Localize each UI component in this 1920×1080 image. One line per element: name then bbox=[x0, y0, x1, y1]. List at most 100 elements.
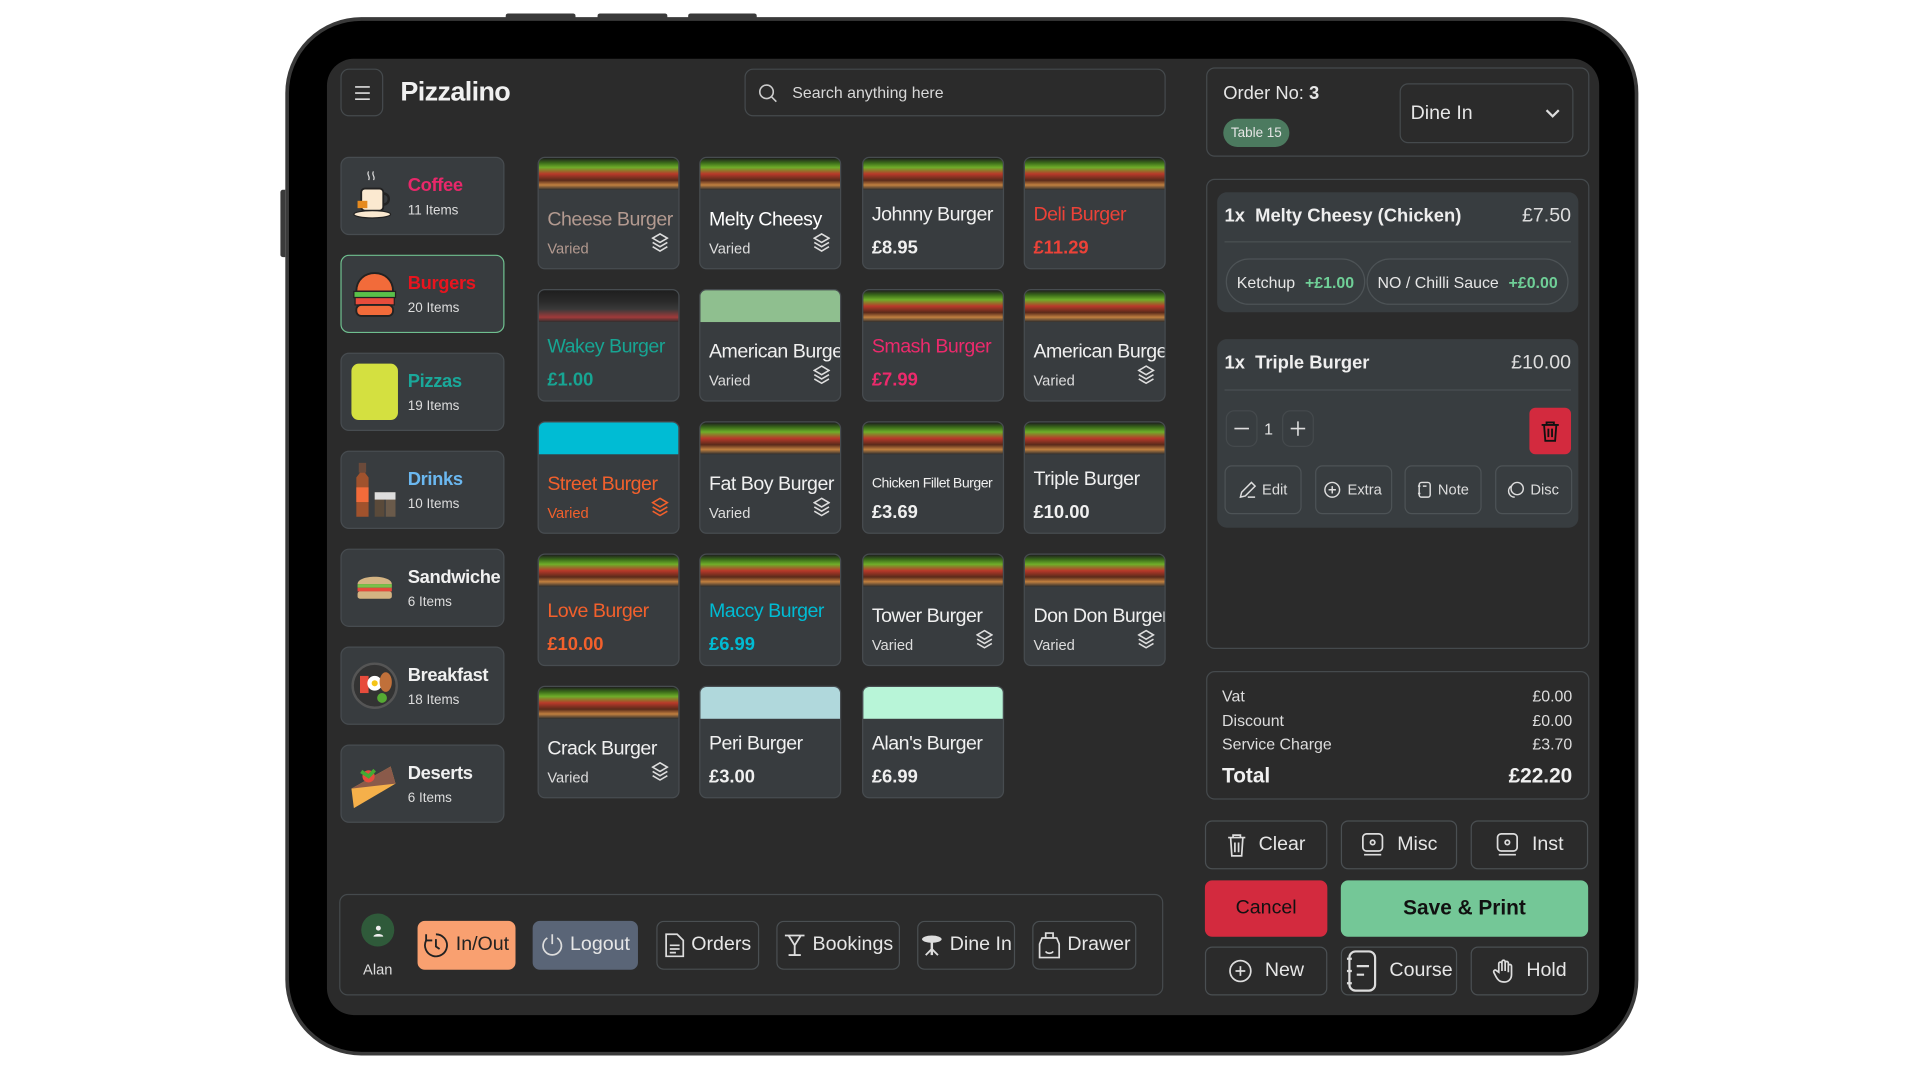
product-image bbox=[700, 554, 841, 587]
hand-icon bbox=[1492, 959, 1512, 983]
category-name: Sandwiche bbox=[407, 566, 501, 588]
increase-qty-button[interactable] bbox=[1282, 410, 1314, 447]
product-card[interactable]: Fat Boy Burger Varied bbox=[699, 421, 842, 534]
decrease-qty-button[interactable] bbox=[1225, 410, 1258, 447]
quantity-value: 1 bbox=[1264, 420, 1273, 439]
total-label: Total bbox=[1222, 763, 1271, 787]
product-card[interactable]: Deli Burger £11.29 bbox=[1023, 156, 1166, 270]
hardware-button bbox=[688, 13, 757, 19]
product-card[interactable]: Johnny Burger £8.95 bbox=[862, 156, 1005, 270]
item-name: Melty Cheesy (Chicken) bbox=[1255, 205, 1462, 227]
product-card[interactable]: Don Don Burger Varied bbox=[1023, 553, 1166, 667]
product-price: £7.99 bbox=[871, 369, 918, 391]
avatar[interactable] bbox=[361, 913, 395, 947]
burger-icon bbox=[349, 266, 400, 322]
menu-button[interactable] bbox=[340, 68, 384, 117]
product-image bbox=[538, 157, 679, 190]
product-card[interactable]: American Burger Varied bbox=[699, 288, 842, 402]
divider bbox=[1224, 389, 1572, 391]
inst-button[interactable]: Inst bbox=[1470, 820, 1589, 870]
product-image bbox=[1024, 290, 1165, 323]
order-type-select[interactable]: Dine In bbox=[1399, 83, 1574, 144]
button-label: In/Out bbox=[455, 934, 510, 956]
service-label: Service Charge bbox=[1222, 734, 1332, 754]
cancel-button[interactable]: Cancel bbox=[1204, 880, 1328, 937]
disc-item-button[interactable]: Disc bbox=[1494, 465, 1572, 515]
product-card[interactable]: Peri Burger £3.00 bbox=[699, 685, 842, 799]
hold-button[interactable]: Hold bbox=[1470, 946, 1589, 996]
discount-label: Discount bbox=[1222, 710, 1284, 730]
drawer-button[interactable]: Drawer bbox=[1032, 920, 1137, 970]
product-card[interactable]: Tower Burger Varied bbox=[862, 553, 1005, 667]
drawer-icon bbox=[1038, 932, 1060, 959]
dine-in-button[interactable]: Dine In bbox=[917, 920, 1016, 970]
order-number: Order No: 3 bbox=[1223, 83, 1319, 104]
layers-icon bbox=[1137, 629, 1156, 655]
order-item[interactable]: 1x Triple Burger £10.00 1 Edit Extra Note D… bbox=[1217, 339, 1579, 528]
logout-button[interactable]: Logout bbox=[532, 920, 638, 970]
category-sandwiche[interactable]: Sandwiche 6 Items bbox=[340, 548, 505, 627]
product-card[interactable]: Wakey Burger £1.00 bbox=[537, 288, 680, 402]
category-deserts[interactable]: Deserts 6 Items bbox=[340, 744, 505, 823]
button-label: Logout bbox=[570, 934, 630, 956]
layers-icon bbox=[1137, 365, 1156, 391]
product-card[interactable]: American Burger Varied bbox=[1023, 288, 1166, 402]
product-card[interactable]: Chicken Fillet Burger £3.69 bbox=[862, 421, 1005, 534]
category-burgers[interactable]: Burgers 20 Items bbox=[340, 254, 505, 334]
minus-icon bbox=[1234, 427, 1249, 430]
product-image bbox=[700, 157, 841, 190]
total-value: £22.20 bbox=[1508, 763, 1573, 787]
edit-item-button[interactable]: Edit bbox=[1224, 465, 1302, 515]
modifier-chip[interactable]: Ketchup +£1.00 bbox=[1225, 258, 1366, 305]
category-pizzas[interactable]: Pizzas 19 Items bbox=[340, 352, 505, 432]
bookings-button[interactable]: Bookings bbox=[776, 920, 901, 970]
category-drinks[interactable]: Drinks 10 Items bbox=[340, 450, 505, 529]
layers-icon bbox=[812, 232, 831, 259]
product-price: £10.00 bbox=[1033, 502, 1090, 523]
product-card[interactable]: Triple Burger £10.00 bbox=[1023, 421, 1166, 534]
inst-icon bbox=[1496, 833, 1519, 856]
product-card[interactable]: Smash Burger £7.99 bbox=[862, 288, 1005, 402]
product-color-swatch bbox=[700, 686, 841, 719]
order-type-value: Dine In bbox=[1410, 102, 1473, 124]
product-card[interactable]: Melty Cheesy Varied bbox=[699, 156, 842, 270]
delete-item-button[interactable] bbox=[1529, 407, 1572, 455]
category-breakfast[interactable]: Breakfast 18 Items bbox=[340, 646, 505, 725]
category-count: 18 Items bbox=[407, 692, 460, 708]
product-price: £3.00 bbox=[708, 766, 755, 788]
save-print-button[interactable]: Save & Print bbox=[1340, 880, 1589, 937]
in-out-button[interactable]: In/Out bbox=[417, 920, 516, 970]
course-button[interactable]: Course bbox=[1340, 946, 1458, 996]
misc-button[interactable]: Misc bbox=[1340, 820, 1458, 870]
layers-icon bbox=[975, 629, 994, 655]
orders-button[interactable]: Orders bbox=[656, 920, 760, 970]
product-price: £11.29 bbox=[1033, 237, 1089, 259]
extra-item-button[interactable]: Extra bbox=[1314, 465, 1392, 515]
product-name: Triple Burger bbox=[1033, 468, 1140, 490]
modifier-price: +£0.00 bbox=[1508, 272, 1558, 291]
category-coffee[interactable]: Coffee 11 Items bbox=[340, 156, 505, 236]
note-item-button[interactable]: Note bbox=[1404, 465, 1482, 515]
product-image bbox=[1024, 422, 1165, 455]
modifier-chip[interactable]: NO / Chilli Sauce +£0.00 bbox=[1366, 258, 1569, 305]
product-card[interactable]: Street Burger Varied bbox=[537, 421, 680, 534]
hamburger-icon bbox=[354, 85, 370, 100]
product-subtitle: Varied bbox=[547, 240, 589, 258]
product-image bbox=[863, 422, 1003, 455]
product-card[interactable]: Alan's Burger £6.99 bbox=[862, 685, 1005, 799]
product-subtitle: Varied bbox=[871, 636, 914, 654]
product-card[interactable]: Maccy Burger £6.99 bbox=[699, 553, 842, 667]
table-badge[interactable]: Table 15 bbox=[1223, 118, 1290, 147]
order-item[interactable]: 1x Melty Cheesy (Chicken) £7.50 Ketchup +… bbox=[1217, 192, 1579, 313]
power-icon bbox=[541, 933, 563, 957]
product-card[interactable]: Crack Burger Varied bbox=[537, 685, 680, 799]
app-title: Pizzalino bbox=[400, 75, 511, 107]
plus-icon bbox=[1290, 421, 1306, 436]
clear-button[interactable]: Clear bbox=[1204, 820, 1328, 870]
product-card[interactable]: Love Burger £10.00 bbox=[537, 553, 680, 667]
new-button[interactable]: New bbox=[1204, 946, 1328, 996]
product-subtitle: Varied bbox=[708, 240, 751, 258]
product-card[interactable]: Cheese Burger Varied bbox=[537, 156, 680, 270]
search-input[interactable]: Search anything here bbox=[744, 68, 1166, 117]
total-row: Total £22.20 bbox=[1222, 763, 1572, 787]
